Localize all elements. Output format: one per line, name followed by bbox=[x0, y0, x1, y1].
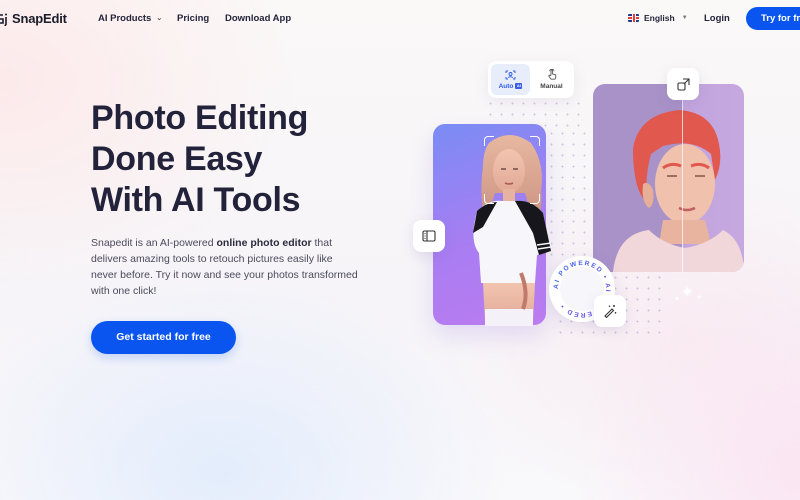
face-scan-icon bbox=[505, 70, 516, 79]
logo[interactable]: SnapEdit bbox=[0, 11, 67, 26]
description-highlight: online photo editor bbox=[216, 237, 312, 249]
top-nav: SnapEdit AI Products ⌄ Pricing Download A… bbox=[0, 0, 800, 38]
try-for-free-button[interactable]: Try for free bbox=[746, 7, 800, 30]
nav-ai-products-label: AI Products bbox=[98, 13, 152, 24]
uk-flag-icon bbox=[628, 14, 639, 22]
magic-wand-button[interactable] bbox=[594, 295, 626, 327]
face-detection-frame bbox=[484, 136, 540, 204]
logo-text: SnapEdit bbox=[12, 11, 67, 26]
mode-auto-label: Auto bbox=[498, 82, 514, 90]
sparkle-icon: ✦ bbox=[681, 284, 694, 301]
language-label: English bbox=[644, 13, 675, 23]
sparkle-icon: ✦ bbox=[674, 296, 680, 303]
compare-divider-handle[interactable] bbox=[682, 84, 683, 272]
hero-title: Photo Editing Done Easy With AI Tools bbox=[91, 98, 308, 221]
film-strip-icon bbox=[422, 230, 436, 242]
nav-pricing[interactable]: Pricing bbox=[177, 13, 209, 24]
chevron-down-icon: ⌄ bbox=[156, 15, 163, 22]
nav-ai-products[interactable]: AI Products ⌄ bbox=[98, 13, 162, 24]
after-photo-card bbox=[593, 84, 744, 272]
language-selector[interactable]: English ▼ bbox=[628, 13, 688, 23]
redhead-portrait-image bbox=[613, 110, 744, 272]
snapedit-logo-icon bbox=[0, 12, 8, 26]
compare-tool-button[interactable] bbox=[413, 220, 445, 252]
hand-pointer-icon bbox=[547, 69, 556, 80]
expand-button[interactable] bbox=[667, 68, 699, 100]
description-text: Snapedit is an AI-powered bbox=[91, 237, 217, 249]
hero-description: Snapedit is an AI-powered online photo e… bbox=[91, 235, 361, 299]
nav-download-app[interactable]: Download App bbox=[225, 13, 291, 24]
login-link[interactable]: Login bbox=[704, 13, 730, 24]
mode-toggle: Auto AI Manual bbox=[488, 61, 574, 98]
expand-icon bbox=[676, 77, 690, 91]
mode-manual-label: Manual bbox=[540, 83, 563, 90]
hero-title-line: With AI Tools bbox=[91, 181, 301, 219]
caret-down-icon: ▼ bbox=[681, 15, 688, 21]
hero-title-line: Done Easy bbox=[91, 140, 263, 178]
magic-wand-icon bbox=[604, 305, 617, 318]
get-started-button[interactable]: Get started for free bbox=[91, 321, 236, 354]
hero-title-line: Photo Editing bbox=[91, 99, 309, 137]
mode-manual-button[interactable]: Manual bbox=[532, 64, 571, 95]
sparkle-icon: ✦ bbox=[697, 295, 703, 301]
mode-auto-button[interactable]: Auto AI bbox=[491, 64, 530, 95]
ai-badge-tag: AI bbox=[515, 83, 523, 89]
